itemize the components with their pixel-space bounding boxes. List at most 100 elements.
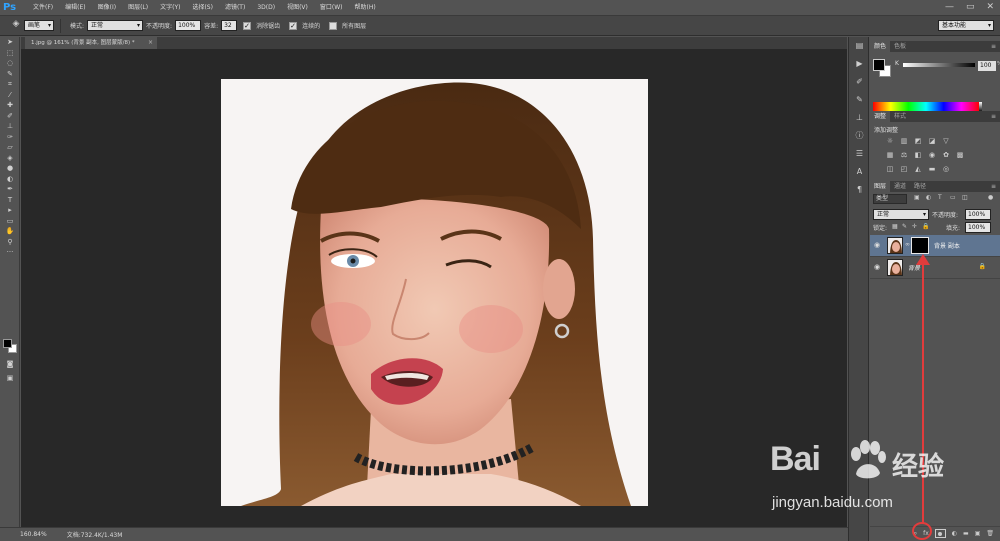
lock-all-icon[interactable]: 🔒 bbox=[922, 223, 929, 230]
actions-icon[interactable]: ▶ bbox=[849, 55, 870, 73]
add-layer-mask-button[interactable] bbox=[934, 529, 946, 538]
shape-tool-icon[interactable]: ▭ bbox=[0, 216, 20, 227]
hand-tool-icon[interactable]: ✋ bbox=[0, 226, 20, 237]
filter-shape-icon[interactable]: ▭ bbox=[950, 194, 956, 201]
minimize-button[interactable]: — bbox=[945, 2, 954, 12]
tab-channels[interactable]: 通道 bbox=[890, 181, 910, 192]
layer-name[interactable]: 背景 副本 bbox=[934, 241, 960, 250]
contiguous-checkbox[interactable]: ✓ bbox=[289, 21, 298, 30]
selective-color-icon[interactable]: ◎ bbox=[942, 165, 950, 173]
chain-link-icon[interactable]: ∞ bbox=[905, 241, 910, 248]
lock-position-icon[interactable]: ✛ bbox=[912, 223, 917, 230]
menu-help[interactable]: 帮助(H) bbox=[349, 0, 382, 16]
close-tab-icon[interactable]: × bbox=[148, 37, 153, 49]
tab-paths[interactable]: 路径 bbox=[910, 181, 930, 192]
clone-source-icon[interactable]: ⊥ bbox=[849, 109, 870, 127]
opacity-input[interactable]: 100% bbox=[175, 20, 202, 31]
menu-window[interactable]: 窗口(W) bbox=[314, 0, 349, 16]
panel-menu-icon[interactable]: ≡ bbox=[991, 113, 996, 120]
foreground-color-swatch[interactable] bbox=[3, 339, 12, 348]
k-channel-slider[interactable] bbox=[903, 63, 975, 67]
zoom-tool-icon[interactable]: ⚲ bbox=[0, 237, 20, 248]
eye-icon[interactable]: ◉ bbox=[874, 241, 880, 249]
delete-layer-icon[interactable]: 🗑 bbox=[986, 530, 994, 537]
crop-tool-icon[interactable]: ⌗ bbox=[0, 79, 20, 90]
clone-stamp-tool-icon[interactable]: ⊥ bbox=[0, 121, 20, 132]
color-lookup-icon[interactable]: ▩ bbox=[956, 151, 964, 159]
brush-panel-icon[interactable]: ✐ bbox=[849, 73, 870, 91]
quick-mask-icon[interactable]: ◙ bbox=[0, 359, 20, 370]
fill-input[interactable]: 100% bbox=[965, 222, 991, 233]
paint-bucket-tool-icon[interactable]: ◈ bbox=[8, 19, 24, 33]
posterize-icon[interactable]: ◰ bbox=[900, 165, 908, 173]
menu-file[interactable]: 文件(F) bbox=[27, 0, 59, 16]
eyedropper-tool-icon[interactable]: ⁄ bbox=[0, 90, 20, 101]
layer-mask-thumbnail[interactable] bbox=[911, 237, 929, 254]
filter-adjustment-icon[interactable]: ◐ bbox=[926, 194, 931, 201]
eraser-tool-icon[interactable]: ▱ bbox=[0, 142, 20, 153]
brightness-icon[interactable]: ☼ bbox=[886, 137, 894, 145]
new-layer-icon[interactable]: ▣ bbox=[975, 530, 981, 537]
paragraph-icon[interactable]: ¶ bbox=[849, 181, 870, 199]
photo-filter-icon[interactable]: ◉ bbox=[928, 151, 936, 159]
maximize-button[interactable]: ▭ bbox=[966, 2, 975, 12]
color-balance-icon[interactable]: ⚖ bbox=[900, 151, 908, 159]
menu-3d[interactable]: 3D(D) bbox=[251, 0, 281, 16]
foreground-color-swatch[interactable] bbox=[873, 59, 885, 71]
new-group-icon[interactable]: ▬ bbox=[963, 530, 969, 537]
lock-transparent-icon[interactable]: ▦ bbox=[892, 223, 898, 230]
layer-filter-select[interactable]: 类型 bbox=[873, 194, 907, 204]
channel-mixer-icon[interactable]: ✿ bbox=[942, 151, 950, 159]
blur-tool-icon[interactable]: ● bbox=[0, 163, 20, 174]
tab-color[interactable]: 颜色 bbox=[870, 41, 891, 52]
menu-select[interactable]: 选择(S) bbox=[186, 0, 219, 16]
filter-pixel-icon[interactable]: ▣ bbox=[914, 194, 920, 201]
threshold-icon[interactable]: ◭ bbox=[914, 165, 922, 173]
properties-icon[interactable]: ☰ bbox=[849, 145, 870, 163]
antialias-checkbox[interactable]: ✓ bbox=[243, 21, 252, 30]
menu-type[interactable]: 文字(Y) bbox=[154, 0, 186, 16]
lock-pixels-icon[interactable]: ✎ bbox=[902, 223, 907, 230]
filter-toggle-icon[interactable]: ● bbox=[988, 194, 993, 201]
pen-tool-icon[interactable]: ✒ bbox=[0, 184, 20, 195]
quick-select-tool-icon[interactable]: ✎ bbox=[0, 69, 20, 80]
menu-layer[interactable]: 图层(L) bbox=[122, 0, 154, 16]
healing-brush-tool-icon[interactable]: ✚ bbox=[0, 100, 20, 111]
k-channel-input[interactable]: 100 bbox=[978, 61, 996, 71]
tab-swatches[interactable]: 色板 bbox=[890, 41, 910, 52]
brush-preset-select[interactable]: 画笔 bbox=[24, 20, 54, 31]
move-tool-icon[interactable]: ➤ bbox=[0, 37, 20, 48]
type-tool-icon[interactable]: T bbox=[0, 195, 20, 206]
panel-menu-icon[interactable]: ≡ bbox=[991, 183, 996, 190]
eye-icon[interactable]: ◉ bbox=[874, 263, 880, 271]
mode-select[interactable]: 正常 bbox=[87, 20, 144, 31]
vibrance-icon[interactable]: ▽ bbox=[942, 137, 950, 145]
close-button[interactable]: ✕ bbox=[986, 2, 994, 12]
filter-smart-object-icon[interactable]: ◫ bbox=[962, 194, 968, 201]
menu-image[interactable]: 图像(I) bbox=[92, 0, 122, 16]
blend-mode-select[interactable]: 正常 bbox=[873, 209, 929, 220]
all-layers-checkbox[interactable] bbox=[329, 21, 338, 30]
menu-view[interactable]: 视图(V) bbox=[281, 0, 314, 16]
curves-icon[interactable]: ◩ bbox=[914, 137, 922, 145]
gradient-map-icon[interactable]: ▬ bbox=[928, 165, 936, 173]
history-icon[interactable]: ▤ bbox=[849, 37, 870, 55]
marquee-tool-icon[interactable]: ⬚ bbox=[0, 48, 20, 59]
levels-icon[interactable]: ▥ bbox=[900, 137, 908, 145]
canvas-area[interactable] bbox=[21, 49, 847, 527]
menu-filter[interactable]: 滤镜(T) bbox=[219, 0, 251, 16]
invert-icon[interactable]: ◫ bbox=[886, 165, 894, 173]
tolerance-input[interactable]: 32 bbox=[221, 20, 238, 31]
exposure-icon[interactable]: ◪ bbox=[928, 137, 936, 145]
tab-styles[interactable]: 样式 bbox=[890, 111, 910, 122]
filter-type-icon[interactable]: T bbox=[938, 194, 942, 201]
new-adjustment-layer-icon[interactable]: ◐ bbox=[952, 530, 957, 537]
zoom-level[interactable]: 160.84% bbox=[20, 531, 47, 538]
menu-edit[interactable]: 编辑(E) bbox=[59, 0, 91, 16]
info-icon[interactable]: ⓘ bbox=[849, 127, 870, 145]
layer-row[interactable]: ◉ 背景 🔒 bbox=[870, 257, 1000, 279]
black-white-icon[interactable]: ◧ bbox=[914, 151, 922, 159]
history-brush-tool-icon[interactable]: ✑ bbox=[0, 132, 20, 143]
screen-mode-icon[interactable]: ▣ bbox=[0, 373, 20, 384]
portrait-photo[interactable] bbox=[221, 79, 648, 506]
